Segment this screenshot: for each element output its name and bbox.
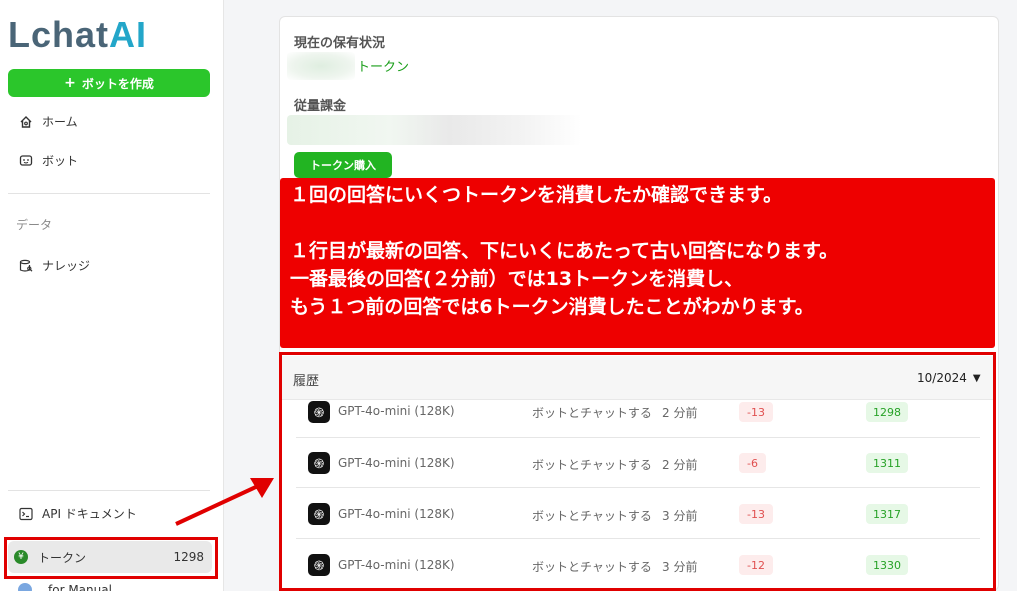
section-label-data: データ bbox=[16, 218, 53, 232]
knowledge-icon bbox=[18, 258, 34, 274]
sidebar-item-home[interactable]: ホーム bbox=[18, 113, 78, 130]
sidebar-item-label: ナレッジ bbox=[42, 259, 91, 273]
metered-title: 従量課金 bbox=[294, 99, 347, 114]
buy-token-button[interactable]: トークン購入 bbox=[294, 152, 392, 178]
create-bot-button[interactable]: + ボットを作成 bbox=[8, 69, 210, 97]
annotation-line: 一番最後の回答(２分前）では13トークンを消費し、 bbox=[290, 268, 744, 290]
annotation-line: １行目が最新の回答、下にいくにあたって古い回答になります。 bbox=[290, 240, 839, 262]
sidebar-item-label: ボット bbox=[42, 154, 79, 168]
blurred-token-value bbox=[287, 52, 355, 80]
app-logo[interactable]: LchatAI bbox=[8, 14, 147, 56]
highlight-frame-history bbox=[279, 352, 996, 591]
terminal-icon bbox=[18, 506, 34, 522]
sidebar-item-label: API ドキュメント bbox=[42, 507, 137, 521]
sidebar-divider bbox=[8, 193, 210, 194]
avatar bbox=[18, 583, 32, 591]
user-name: for Manual bbox=[48, 583, 112, 591]
logo-text: Lchat bbox=[8, 14, 110, 55]
create-bot-label: ボットを作成 bbox=[81, 76, 154, 91]
highlight-frame-token bbox=[4, 537, 218, 579]
annotation-line: １回の回答にいくつトークンを消費したか確認できます。 bbox=[290, 184, 783, 206]
bot-icon bbox=[18, 153, 34, 169]
annotation-callout: １回の回答にいくつトークンを消費したか確認できます。 １行目が最新の回答、下にい… bbox=[280, 178, 995, 348]
sidebar-item-label: ホーム bbox=[42, 115, 78, 129]
sidebar-item-api-docs[interactable]: API ドキュメント bbox=[18, 505, 137, 522]
sidebar-item-knowledge[interactable]: ナレッジ bbox=[18, 257, 90, 274]
plus-icon: + bbox=[64, 75, 76, 91]
sidebar-item-user[interactable]: for Manual bbox=[18, 583, 112, 591]
sidebar-item-bot[interactable]: ボット bbox=[18, 152, 78, 169]
annotation-arrow-icon bbox=[175, 478, 274, 526]
annotation-line bbox=[290, 209, 985, 237]
holdings-title: 現在の保有状況 bbox=[294, 36, 386, 51]
token-unit-label: トークン bbox=[357, 60, 410, 75]
home-icon bbox=[18, 114, 34, 130]
logo-ai-text: AI bbox=[109, 14, 148, 55]
blurred-metered-value bbox=[287, 115, 582, 145]
annotation-line: もう１つ前の回答では6トークン消費したことがわかります。 bbox=[290, 296, 814, 318]
